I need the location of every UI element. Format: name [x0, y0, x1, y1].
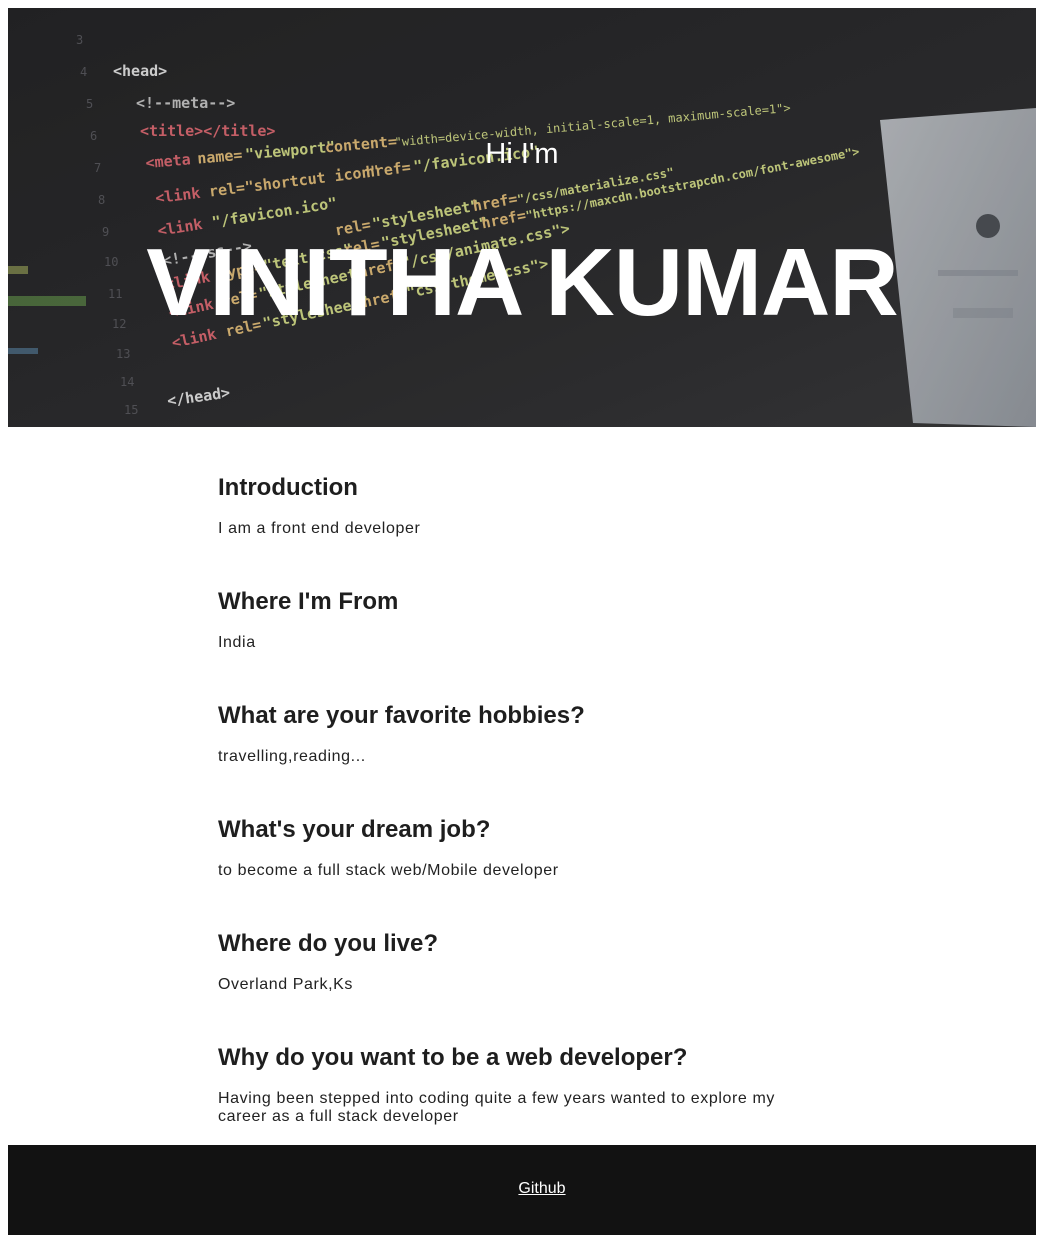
section-text: Having been stepped into coding quite a …	[218, 1090, 775, 1125]
section-dream-job: What's your dream job? to become a full …	[218, 812, 559, 880]
hero-name: VINITHA KUMAR	[146, 229, 898, 337]
section-where-live: Where do you live? Overland Park,Ks	[218, 926, 438, 994]
section-text: travelling,reading...	[218, 748, 366, 765]
hero-banner: 3 4 5 6 7 8 9 10 11 12 13 14 15 <head> <…	[8, 8, 1036, 427]
code-background-image: 3 4 5 6 7 8 9 10 11 12 13 14 15 <head> <…	[8, 8, 1036, 427]
section-hobbies: What are your favorite hobbies? travelli…	[218, 698, 585, 766]
section-text: to become a full stack web/Mobile develo…	[218, 862, 559, 879]
section-heading: Why do you want to be a web developer?	[218, 1044, 688, 1071]
section-text: India	[218, 634, 256, 651]
section-where-from: Where I'm From India	[218, 584, 398, 652]
section-heading: What's your dream job?	[218, 816, 491, 843]
section-text: Overland Park,Ks	[218, 976, 353, 993]
section-text: I am a front end developer	[218, 520, 421, 537]
hero-greeting: Hi I'm	[485, 138, 559, 170]
page: 3 4 5 6 7 8 9 10 11 12 13 14 15 <head> <…	[0, 0, 1044, 1243]
section-why-web-developer: Why do you want to be a web developer? H…	[218, 1040, 818, 1126]
section-heading: Where I'm From	[218, 588, 399, 615]
github-link[interactable]: Github	[8, 1180, 1044, 1198]
footer: Github	[8, 1145, 1036, 1235]
section-introduction: Introduction I am a front end developer	[218, 470, 420, 538]
section-heading: Where do you live?	[218, 930, 439, 957]
section-heading: What are your favorite hobbies?	[218, 702, 585, 729]
section-heading: Introduction	[218, 474, 358, 501]
